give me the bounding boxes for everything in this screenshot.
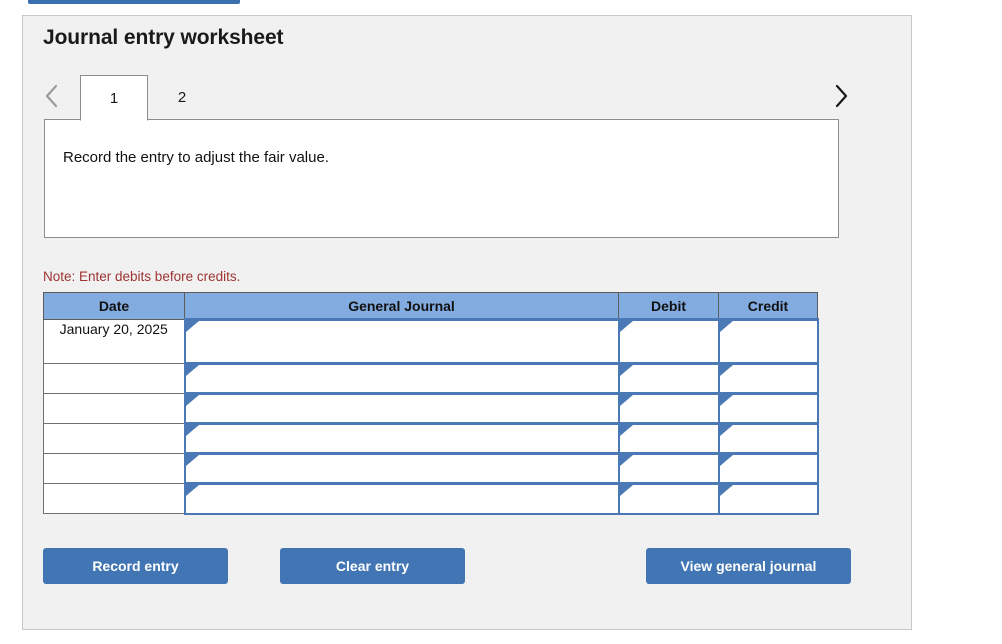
table-row xyxy=(43,392,819,425)
prompt-text: Record the entry to adjust the fair valu… xyxy=(63,149,329,166)
general-journal-input-cell[interactable] xyxy=(183,392,620,425)
general-journal-input-cell[interactable] xyxy=(183,452,620,485)
next-page-button[interactable] xyxy=(826,79,856,113)
page-title: Journal entry worksheet xyxy=(43,26,284,49)
credit-input-cell[interactable] xyxy=(717,362,819,395)
date-cell[interactable]: January 20, 2025 xyxy=(43,319,185,364)
cell-marker-icon xyxy=(719,395,733,406)
debit-input-cell[interactable] xyxy=(617,392,720,425)
chevron-left-icon xyxy=(45,84,57,108)
debit-input-cell[interactable] xyxy=(617,422,720,455)
pager-tabstrip: 1 2 xyxy=(36,73,856,121)
cell-marker-icon xyxy=(619,485,633,496)
cell-marker-icon xyxy=(185,395,199,406)
cell-marker-icon xyxy=(185,425,199,436)
cell-marker-icon xyxy=(185,455,199,466)
top-accent-bar xyxy=(28,0,240,4)
page-root: Journal entry worksheet 1 2 Record the e… xyxy=(0,0,1002,644)
table-row xyxy=(43,452,819,485)
column-header-credit: Credit xyxy=(718,292,818,320)
cell-marker-icon xyxy=(619,395,633,406)
cell-marker-icon xyxy=(719,321,733,332)
page-tabs: 1 2 xyxy=(80,73,216,121)
table-row xyxy=(43,422,819,455)
page-tab-1-label: 1 xyxy=(109,89,119,107)
page-tab-2-label: 2 xyxy=(177,89,187,106)
cell-marker-icon xyxy=(619,455,633,466)
credit-input-cell[interactable] xyxy=(717,422,819,455)
debit-input-cell[interactable] xyxy=(617,452,720,485)
debit-input-cell[interactable] xyxy=(617,362,720,395)
cell-marker-icon xyxy=(185,365,199,376)
previous-page-button[interactable] xyxy=(36,79,66,113)
cell-marker-icon xyxy=(719,455,733,466)
cell-marker-icon xyxy=(185,321,199,332)
date-cell[interactable] xyxy=(43,393,185,424)
table-row xyxy=(43,482,819,515)
prompt-box: Record the entry to adjust the fair valu… xyxy=(44,119,839,238)
column-header-general-journal: General Journal xyxy=(184,292,619,320)
debits-before-credits-note: Note: Enter debits before credits. xyxy=(43,269,241,284)
credit-input-cell[interactable] xyxy=(717,318,819,365)
general-journal-input-cell[interactable] xyxy=(183,422,620,455)
date-cell[interactable] xyxy=(43,423,185,454)
table-header-row: Date General Journal Debit Credit xyxy=(43,292,818,320)
general-journal-input-cell[interactable] xyxy=(183,318,620,365)
column-header-date: Date xyxy=(43,292,185,320)
cell-marker-icon xyxy=(719,365,733,376)
date-cell[interactable] xyxy=(43,363,185,394)
journal-entry-table: Date General Journal Debit Credit Januar… xyxy=(43,292,819,515)
credit-input-cell[interactable] xyxy=(717,392,819,425)
general-journal-input-cell[interactable] xyxy=(183,482,620,515)
credit-input-cell[interactable] xyxy=(717,452,819,485)
debit-input-cell[interactable] xyxy=(617,482,720,515)
cell-marker-icon xyxy=(619,365,633,376)
general-journal-input-cell[interactable] xyxy=(183,362,620,395)
cell-marker-icon xyxy=(719,485,733,496)
table-row: January 20, 2025 xyxy=(43,318,819,365)
date-cell[interactable] xyxy=(43,483,185,514)
column-header-debit: Debit xyxy=(618,292,719,320)
cell-marker-icon xyxy=(619,321,633,332)
page-tab-1[interactable]: 1 xyxy=(80,75,148,121)
view-general-journal-button[interactable]: View general journal xyxy=(646,548,851,584)
table-row xyxy=(43,362,819,395)
cell-marker-icon xyxy=(185,485,199,496)
clear-entry-button[interactable]: Clear entry xyxy=(280,548,465,584)
cell-marker-icon xyxy=(619,425,633,436)
page-tab-2[interactable]: 2 xyxy=(148,74,216,120)
credit-input-cell[interactable] xyxy=(717,482,819,515)
chevron-right-icon xyxy=(835,84,847,108)
date-cell[interactable] xyxy=(43,453,185,484)
cell-marker-icon xyxy=(719,425,733,436)
record-entry-button[interactable]: Record entry xyxy=(43,548,228,584)
debit-input-cell[interactable] xyxy=(617,318,720,365)
